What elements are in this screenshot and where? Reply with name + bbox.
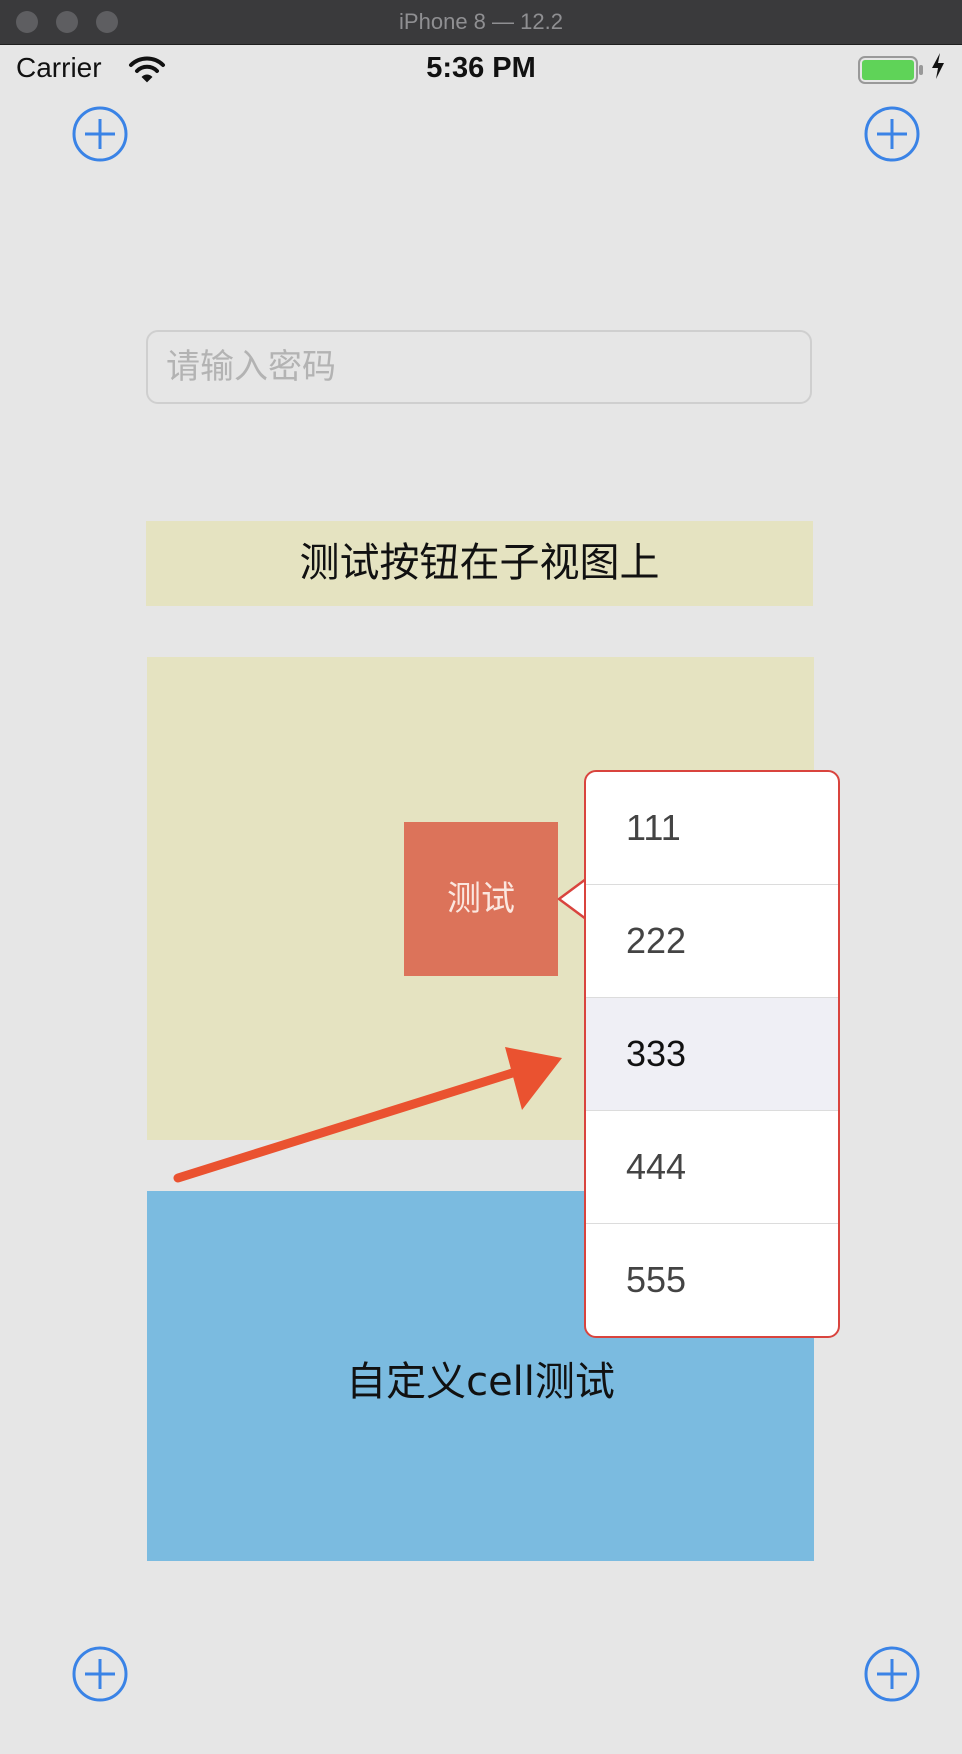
menu-item-222[interactable]: 222	[586, 885, 838, 997]
add-button-top-left[interactable]	[70, 104, 130, 164]
menu-item-333[interactable]: 333	[586, 998, 838, 1110]
subview-button-label[interactable]: 测试按钮在子视图上	[146, 521, 813, 606]
menu-item-111[interactable]: 111	[586, 772, 838, 884]
charging-bolt-icon	[932, 53, 944, 79]
window-title: iPhone 8 — 12.2	[399, 9, 563, 34]
status-bar: Carrier 5:36 PM	[0, 44, 962, 96]
battery-icon	[858, 56, 923, 84]
simulator-titlebar: iPhone 8 — 12.2	[0, 0, 962, 45]
menu-item-555[interactable]: 555	[586, 1224, 838, 1336]
menu-item-444[interactable]: 444	[586, 1111, 838, 1223]
password-field[interactable]	[146, 330, 812, 404]
test-button[interactable]: 测试	[404, 822, 558, 976]
status-time: 5:36 PM	[426, 52, 536, 84]
custom-cell-label: 自定义cell测试	[346, 1359, 615, 1405]
add-button-top-right[interactable]	[862, 104, 922, 164]
add-button-bottom-left[interactable]	[70, 1644, 130, 1704]
popover-menu: 111 222 333 444 555	[584, 770, 840, 1338]
add-button-bottom-right[interactable]	[862, 1644, 922, 1704]
